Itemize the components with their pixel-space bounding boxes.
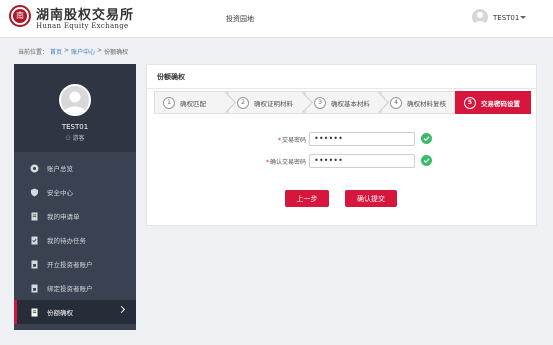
step-number: 1: [163, 96, 175, 109]
prev-step-button[interactable]: 上一步: [285, 190, 329, 207]
breadcrumb-account-center[interactable]: 账户中心: [71, 47, 95, 56]
sidebar-profile: TEST01 ⚇ 游客: [14, 64, 136, 152]
confirm-submit-button[interactable]: 确认提交: [345, 190, 397, 207]
step-1: 1 确权匹配: [154, 91, 237, 114]
breadcrumb-current: 份额确权: [104, 49, 129, 56]
field-label-text: 交易密码: [281, 137, 306, 144]
step-label: 确权材料复核: [407, 99, 446, 108]
share-confirm-icon: [30, 308, 39, 317]
user-name[interactable]: TEST01: [493, 14, 519, 22]
sidebar-item-account-overview[interactable]: 账户总览: [14, 156, 136, 180]
step-4: 4 确权材料复核: [381, 91, 455, 114]
breadcrumb: 当前位置： 首页 > 账户中心 > 份额确权: [18, 47, 128, 56]
user-avatar[interactable]: [472, 9, 488, 25]
sidebar-item-my-tasks[interactable]: 我的待办任务: [14, 228, 136, 252]
check-icon: [421, 155, 432, 166]
sidebar-item-label: 我的待办任务: [47, 237, 86, 245]
breadcrumb-prefix: 当前位置：: [18, 49, 49, 56]
sidebar-role-label: 游客: [72, 135, 85, 142]
sidebar-item-my-applications[interactable]: 我的申请单: [14, 204, 136, 228]
field-label: *交易密码: [277, 137, 306, 144]
form-row-trade-password: *交易密码 ••••••: [147, 132, 536, 146]
form-row-confirm-password: *确认交易密码 ••••••: [147, 154, 536, 168]
field-label-text: 确认交易密码: [269, 159, 306, 166]
sidebar-item-open-investor-account[interactable]: 开立投资者账户: [14, 252, 136, 276]
confirm-password-field[interactable]: ••••••: [309, 154, 415, 168]
step-number: 4: [390, 96, 402, 109]
step-5-active: 5 交易密码设置: [455, 91, 531, 114]
step-2: 2 确权证明材料: [228, 91, 314, 114]
nav-link-investment[interactable]: 投资园地: [226, 14, 254, 24]
logo-seal-char: 南: [13, 9, 27, 23]
step-number: 5: [464, 96, 476, 109]
sidebar-item-label: 安全中心: [47, 189, 73, 197]
user-silhouette-icon: [474, 12, 486, 25]
sidebar-item-label: 绑定投资者账户: [47, 285, 93, 293]
check-icon: [421, 133, 432, 144]
breadcrumb-home[interactable]: 首页: [50, 47, 62, 56]
sidebar-item-bind-investor-account[interactable]: 绑定投资者账户: [14, 276, 136, 300]
page-title: 份额确权: [157, 73, 185, 81]
chevron-right-icon: [117, 305, 126, 314]
sidebar-item-label: 我的申请单: [47, 213, 80, 221]
person-icon: ⚇: [65, 135, 73, 142]
task-icon: [30, 236, 39, 245]
breadcrumb-separator: >: [97, 47, 103, 54]
account-link-icon: [30, 284, 39, 293]
account-add-icon: [30, 260, 39, 269]
step-label: 确权匹配: [180, 99, 206, 108]
sidebar-user-role: ⚇ 游客: [14, 133, 136, 142]
sidebar-item-label: 开立投资者账户: [47, 261, 93, 269]
logo-seal-icon[interactable]: 南: [9, 5, 31, 27]
divider: [147, 88, 536, 89]
avatar[interactable]: [59, 84, 91, 116]
chevron-down-icon[interactable]: [520, 16, 526, 19]
step-label: 确权证明材料: [254, 99, 293, 108]
sidebar: TEST01 ⚇ 游客 账户总览 安全中心 我的申请单 我的待办任务 开立投资者…: [14, 64, 136, 330]
document-icon: [30, 212, 39, 221]
top-header: 南 湖南股权交易所 Hunan Equity Exchange 投资园地 TES…: [0, 0, 553, 38]
trade-password-field[interactable]: ••••••: [309, 132, 415, 146]
step-3: 3 确权基本材料: [305, 91, 390, 114]
step-number: 2: [237, 96, 249, 109]
step-number: 3: [314, 96, 326, 109]
sidebar-item-label: 份额确权: [47, 309, 73, 317]
sidebar-user-name: TEST01: [61, 123, 89, 131]
step-label: 交易密码设置: [481, 99, 520, 108]
logo-chinese-text[interactable]: 湖南股权交易所: [36, 4, 134, 23]
logo-english-text[interactable]: Hunan Equity Exchange: [36, 22, 128, 30]
sidebar-item-share-confirmation[interactable]: 份额确权: [14, 300, 136, 324]
sidebar-item-security-center[interactable]: 安全中心: [14, 180, 136, 204]
shield-icon: [30, 188, 39, 197]
user-silhouette-icon: [64, 91, 86, 114]
main-panel: 份额确权 1 确权匹配 2 确权证明材料 3 确权基本材料 4 确权材料复核 5…: [146, 64, 537, 226]
step-progress: 1 确权匹配 2 确权证明材料 3 确权基本材料 4 确权材料复核 5 交易密码…: [154, 91, 531, 114]
sidebar-item-label: 账户总览: [47, 165, 73, 173]
breadcrumb-separator: >: [64, 47, 70, 54]
step-label: 确权基本材料: [331, 99, 370, 108]
field-label: *确认交易密码: [265, 159, 306, 166]
dashboard-icon: [30, 164, 39, 173]
